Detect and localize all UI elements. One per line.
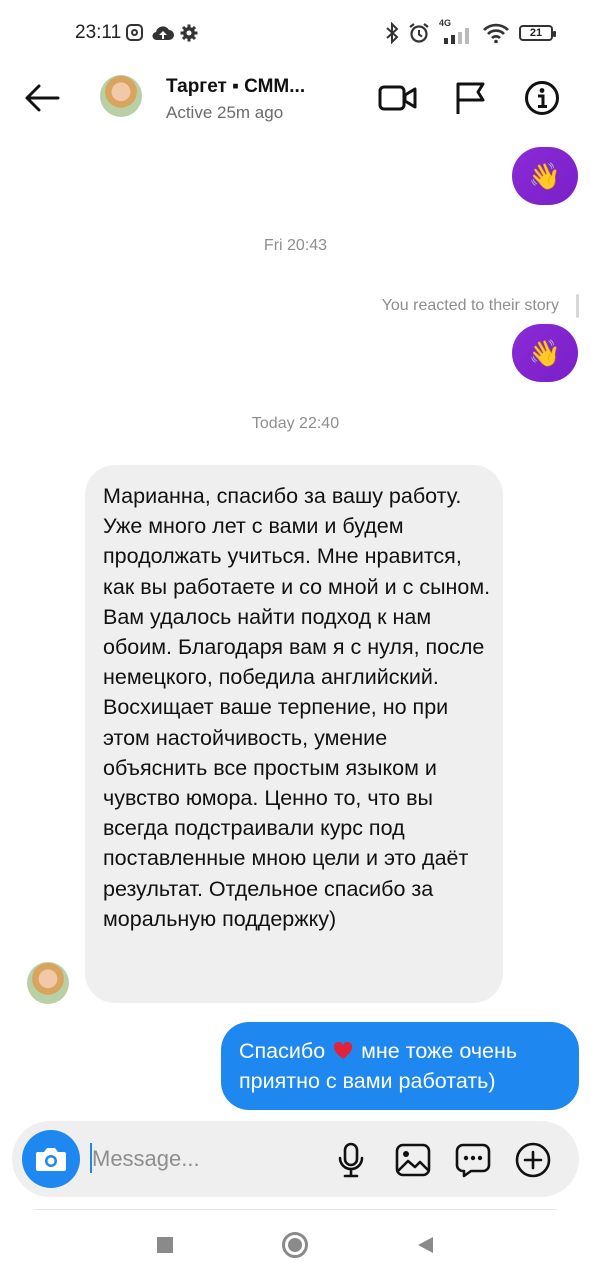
contact-avatar[interactable] [100, 75, 142, 117]
divider [34, 1209, 557, 1210]
info-icon [525, 81, 559, 115]
alarm-icon [409, 23, 429, 43]
incoming-message-text: Марианна, спасибо за вашу работу. Уже мн… [103, 484, 491, 931]
bluetooth-icon [386, 22, 399, 44]
status-time: 23:11 [75, 22, 122, 43]
wifi-icon [483, 23, 509, 44]
back-button[interactable] [22, 80, 62, 116]
recent-apps-icon [157, 1237, 173, 1253]
gallery-icon [395, 1143, 431, 1177]
sticker-icon [455, 1143, 491, 1178]
sender-avatar[interactable] [27, 962, 69, 1004]
gallery-button[interactable] [394, 1141, 432, 1179]
video-call-button[interactable] [378, 78, 418, 118]
voice-message-button[interactable] [332, 1141, 370, 1179]
timestamp: Fri 20:43 [263, 237, 328, 254]
incoming-message-bubble[interactable]: Марианна, спасибо за вашу работу. Уже мн… [85, 465, 503, 1003]
status-bar: 23:11 4G 21 [0, 0, 591, 64]
outgoing-message-text: Спасибо [239, 1039, 326, 1063]
contact-name[interactable]: Таргет ▪ СММ... [166, 76, 305, 98]
microphone-icon [338, 1142, 364, 1178]
message-composer [12, 1121, 579, 1197]
report-button[interactable] [450, 78, 490, 118]
cell-signal-icon: 4G [439, 18, 473, 44]
chat-header: Таргет ▪ СММ... Active 25m ago [0, 64, 591, 132]
cloud-upload-icon [152, 26, 174, 41]
battery-icon: 21 [519, 25, 556, 41]
back-triangle-icon [418, 1237, 433, 1253]
settings-gear-icon [180, 24, 198, 42]
recent-apps-button[interactable] [150, 1232, 180, 1258]
story-reaction-bubble[interactable]: 👋 [512, 324, 578, 382]
plus-icon [515, 1142, 551, 1178]
red-heart-emoji-icon [334, 1042, 353, 1059]
story-reply-bar [576, 294, 579, 318]
message-input[interactable] [92, 1139, 322, 1179]
outgoing-message-bubble[interactable]: Спасибо мне тоже очень приятно с вами ра… [221, 1022, 579, 1110]
contact-status: Active 25m ago [166, 103, 284, 122]
more-options-button[interactable] [514, 1141, 552, 1179]
status-indicators: 4G 21 [385, 18, 556, 46]
home-icon [282, 1232, 308, 1258]
flag-icon [456, 82, 485, 114]
camera-button[interactable] [22, 1130, 80, 1188]
timestamp: Today 22:40 [251, 415, 340, 432]
home-button[interactable] [280, 1232, 310, 1258]
camera-icon [36, 1148, 66, 1171]
story-reaction-note: You reacted to their story [381, 297, 559, 314]
back-nav-button[interactable] [410, 1232, 440, 1258]
conversation-info-button[interactable] [522, 78, 562, 118]
video-call-icon [378, 85, 417, 111]
waving-hand-emoji: 👋 [528, 337, 562, 368]
outgoing-reaction-bubble[interactable]: 👋 [512, 147, 578, 205]
back-arrow-icon [25, 84, 60, 112]
sticker-button[interactable] [454, 1141, 492, 1179]
waving-hand-emoji: 👋 [528, 160, 562, 191]
instagram-notification-icon [126, 24, 143, 41]
